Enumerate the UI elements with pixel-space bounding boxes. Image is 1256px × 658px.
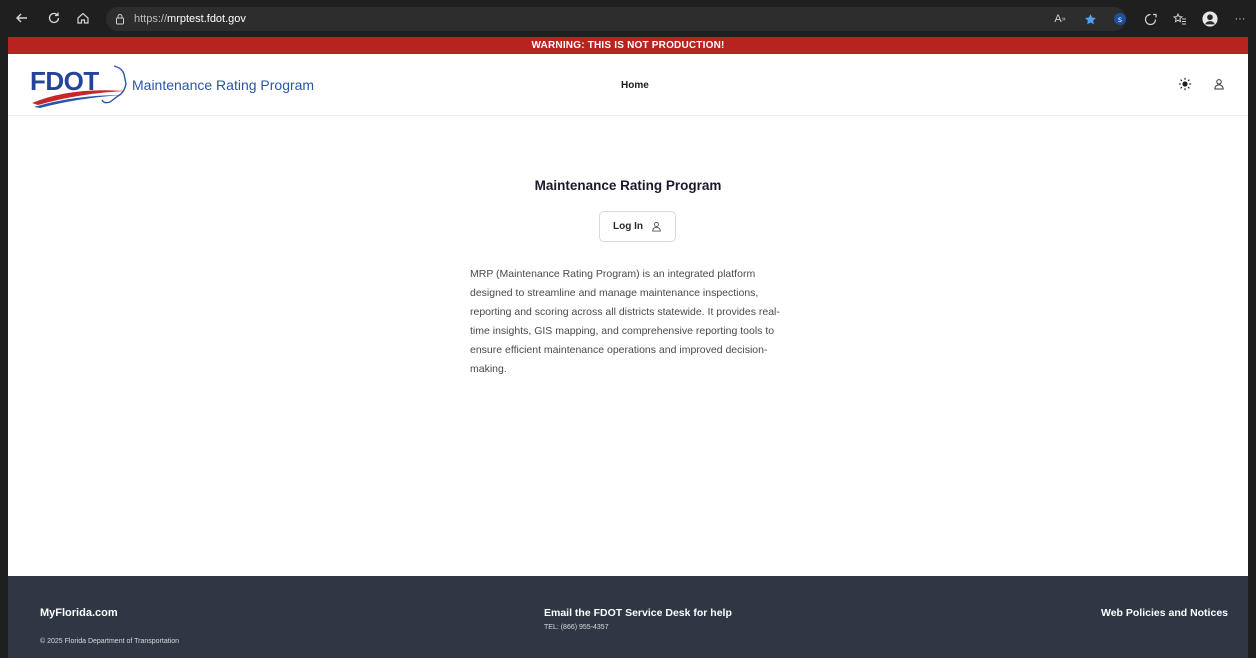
window-frame (0, 0, 1256, 658)
